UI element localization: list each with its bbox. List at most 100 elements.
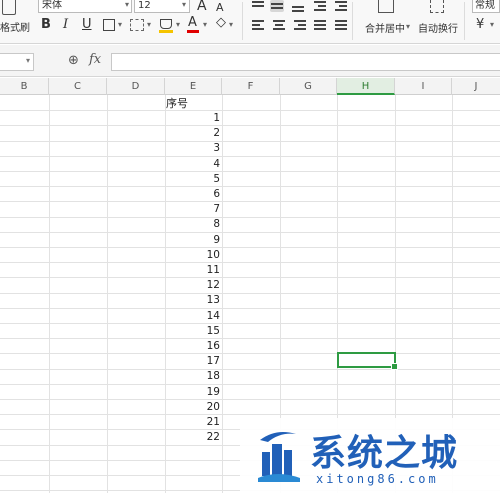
zoom-icon[interactable]: ⊕	[68, 53, 79, 68]
grid-line	[49, 95, 50, 493]
cell-e-value[interactable]: 3	[166, 141, 220, 156]
cell-e-value[interactable]: 20	[166, 400, 220, 415]
fill-color-bar	[159, 30, 173, 33]
chevron-down-icon[interactable]: ▾	[406, 22, 410, 31]
name-box[interactable]: ▾	[0, 53, 34, 71]
cell-e-value[interactable]: 10	[166, 248, 220, 263]
cell-e-value[interactable]: 12	[166, 278, 220, 293]
cell-e-value[interactable]: 1	[166, 111, 220, 126]
align-center-icon[interactable]	[272, 19, 286, 31]
cell-e-value[interactable]: 22	[166, 430, 220, 445]
number-format-select[interactable]: 常规	[472, 0, 500, 13]
grid-line	[0, 292, 500, 294]
cell-e-value[interactable]: 15	[166, 324, 220, 339]
justify-icon[interactable]	[313, 19, 327, 31]
cell-e-value[interactable]: 16	[166, 339, 220, 354]
column-header-g[interactable]: G	[280, 78, 337, 95]
font-name-select[interactable]: 宋体	[38, 0, 132, 13]
format-painter-icon[interactable]	[2, 0, 16, 15]
cell-e-header[interactable]: 序号	[166, 96, 188, 111]
format-painter-label[interactable]: 格式刷	[0, 19, 30, 34]
cell-e-value[interactable]: 8	[166, 217, 220, 232]
format-table-icon[interactable]	[130, 19, 144, 31]
watermark-logo	[258, 432, 300, 482]
formula-bar: ▾ ⊕ fx	[0, 45, 500, 77]
shrink-font-button[interactable]: A	[216, 1, 224, 15]
merge-center-button[interactable]: 合并居中	[365, 20, 405, 35]
cell-e-value[interactable]: 21	[166, 415, 220, 430]
fill-color-icon[interactable]	[160, 19, 172, 29]
grid-line	[0, 171, 500, 172]
borders-icon[interactable]	[103, 19, 115, 31]
cell-e-value[interactable]: 6	[166, 187, 220, 202]
chevron-down-icon[interactable]: ▾	[118, 20, 122, 29]
ribbon-toolbar: 格式刷 宋体 ▾ 12 ▾ A A B I U ▾ ▾ ▾ A ▾ ◇ ▾ 合并…	[0, 0, 500, 44]
grid-line	[222, 95, 223, 493]
align-middle-icon[interactable]	[270, 0, 284, 12]
column-header-j[interactable]: J	[452, 78, 500, 95]
align-left-icon[interactable]	[251, 19, 265, 31]
column-header-f[interactable]: F	[222, 78, 280, 95]
cell-e-value[interactable]: 18	[166, 369, 220, 384]
align-right-icon[interactable]	[293, 19, 307, 31]
grid-line	[0, 383, 500, 385]
formula-input[interactable]	[111, 53, 500, 71]
chevron-down-icon[interactable]: ▾	[147, 20, 151, 29]
increase-indent-icon[interactable]	[334, 0, 348, 12]
currency-button[interactable]: ¥	[476, 18, 484, 32]
watermark-title: 系统之城	[310, 433, 459, 474]
chevron-down-icon[interactable]: ▾	[229, 20, 233, 29]
column-header-i[interactable]: I	[395, 78, 452, 95]
fx-button[interactable]: fx	[89, 52, 101, 67]
cell-e-value[interactable]: 9	[166, 233, 220, 248]
grid-line	[0, 262, 500, 264]
grid-line	[0, 140, 500, 142]
grid-line	[0, 399, 500, 400]
chevron-down-icon[interactable]: ▾	[182, 0, 186, 9]
cell-e-value[interactable]: 4	[166, 157, 220, 172]
chevron-down-icon[interactable]: ▾	[490, 20, 494, 29]
grid-line	[0, 216, 500, 218]
underline-button[interactable]: U	[82, 18, 92, 32]
grid-line	[0, 201, 500, 203]
grid-line	[0, 125, 500, 127]
grow-font-button[interactable]: A	[197, 0, 207, 13]
grid-line	[0, 368, 500, 370]
column-header-d[interactable]: D	[107, 78, 165, 95]
grid-line	[0, 110, 500, 112]
wrap-text-button[interactable]: 自动换行	[418, 20, 458, 35]
column-header-h[interactable]: H	[337, 78, 395, 95]
italic-button[interactable]: I	[63, 18, 68, 32]
grid-line	[107, 95, 108, 493]
cell-e-value[interactable]: 2	[166, 126, 220, 141]
cell-e-value[interactable]: 13	[166, 293, 220, 308]
column-header-e[interactable]: E	[165, 78, 222, 95]
column-header-c[interactable]: C	[49, 78, 107, 95]
chevron-down-icon[interactable]: ▾	[176, 20, 180, 29]
chevron-down-icon[interactable]: ▾	[125, 0, 129, 9]
cell-e-value[interactable]: 19	[166, 385, 220, 400]
grid-line	[0, 307, 500, 309]
merge-center-icon[interactable]	[378, 0, 394, 13]
chevron-down-icon[interactable]: ▾	[203, 20, 207, 29]
grid-line	[0, 155, 500, 157]
cell-e-value[interactable]: 11	[166, 263, 220, 278]
bold-button[interactable]: B	[41, 18, 51, 32]
decrease-indent-icon[interactable]	[313, 0, 327, 12]
align-bottom-icon[interactable]	[291, 0, 305, 12]
grid-line	[0, 186, 500, 188]
selected-cell[interactable]	[337, 352, 398, 370]
chevron-down-icon[interactable]: ▾	[26, 56, 30, 65]
cell-e-value[interactable]: 7	[166, 202, 220, 217]
wrap-text-icon[interactable]	[430, 0, 444, 13]
cell-e-value[interactable]: 14	[166, 309, 220, 324]
align-top-icon[interactable]	[251, 0, 265, 12]
distributed-icon[interactable]	[334, 19, 348, 31]
grid-line	[0, 338, 500, 340]
font-color-icon[interactable]: A	[188, 16, 197, 30]
eraser-icon[interactable]: ◇	[216, 16, 226, 30]
column-header-b[interactable]: B	[0, 78, 49, 95]
grid-line	[0, 353, 500, 355]
cell-e-value[interactable]: 17	[166, 354, 220, 369]
cell-e-value[interactable]: 5	[166, 172, 220, 187]
